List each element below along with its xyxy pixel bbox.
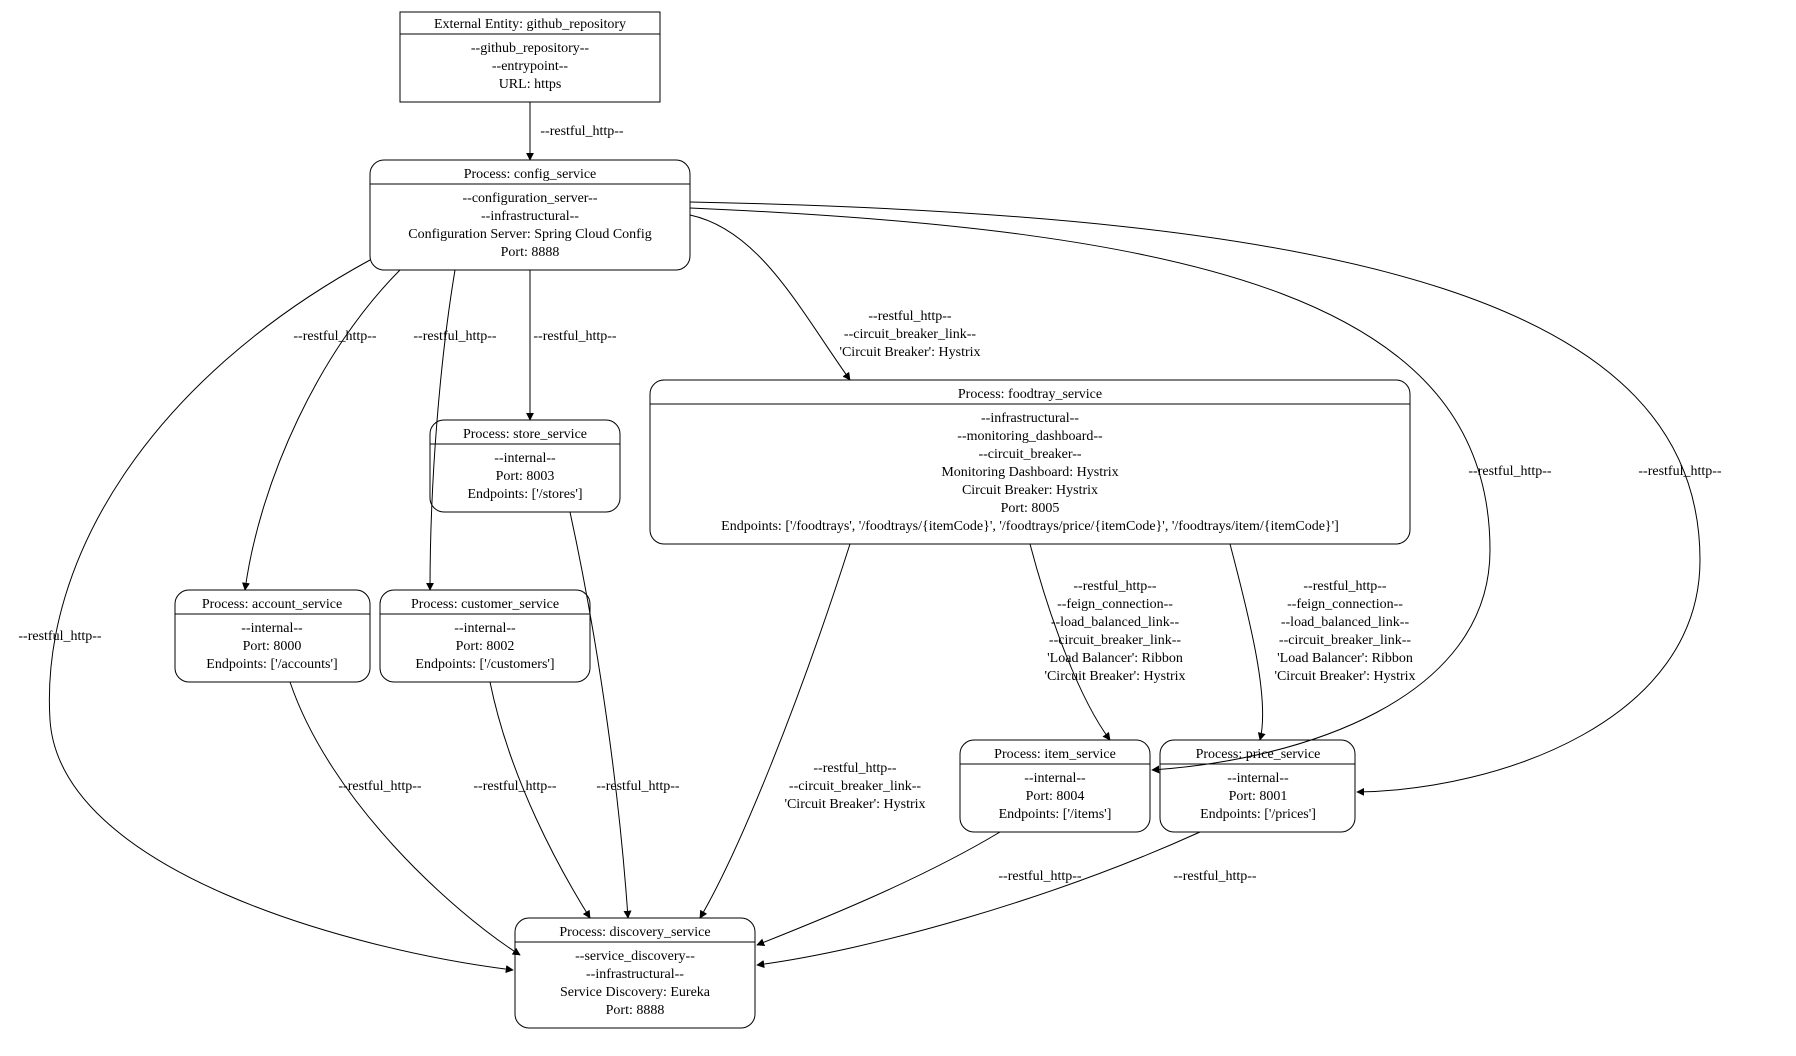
edge-label: --restful_http-- xyxy=(413,329,497,344)
edge-config-to-foodtray xyxy=(690,215,850,380)
edge-label: --circuit_breaker_link-- xyxy=(1049,633,1181,648)
edge-label: 'Circuit Breaker': Hystrix xyxy=(1044,669,1185,684)
node-line: Endpoints: ['/stores'] xyxy=(467,487,582,502)
edge-label: --restful_http-- xyxy=(473,779,557,794)
edge-label: --restful_http-- xyxy=(293,329,377,344)
node-line: --infrastructural-- xyxy=(481,209,579,224)
edge-foodtray-to-price xyxy=(1230,544,1263,740)
node-line: --service_discovery-- xyxy=(575,949,695,964)
node-line: Endpoints: ['/accounts'] xyxy=(206,657,337,672)
edge-label: 'Circuit Breaker': Hystrix xyxy=(784,797,925,812)
edge-label: --load_balanced_link-- xyxy=(1051,615,1180,630)
edge-label: --feign_connection-- xyxy=(1057,597,1173,612)
node-line: --circuit_breaker-- xyxy=(978,447,1081,462)
edge-label: --feign_connection-- xyxy=(1287,597,1403,612)
node-title: Process: discovery_service xyxy=(559,925,710,940)
node-github-repository: External Entity: github_repository --git… xyxy=(400,12,660,102)
edge-label: --restful_http-- xyxy=(868,309,952,324)
edge-label: --restful_http-- xyxy=(1303,579,1387,594)
node-price-service: Process: price_service --internal-- Port… xyxy=(1160,740,1355,832)
node-line: Configuration Server: Spring Cloud Confi… xyxy=(408,227,651,242)
edge-label: --restful_http-- xyxy=(540,124,624,139)
edge-label: --load_balanced_link-- xyxy=(1281,615,1410,630)
node-line: Port: 8000 xyxy=(243,639,302,654)
edge-price-to-discovery xyxy=(757,832,1200,965)
node-line: Endpoints: ['/customers'] xyxy=(415,657,554,672)
node-store-service: Process: store_service --internal-- Port… xyxy=(430,420,620,512)
node-title: Process: config_service xyxy=(464,167,597,182)
node-foodtray-service: Process: foodtray_service --infrastructu… xyxy=(650,380,1410,544)
node-title: Process: item_service xyxy=(994,747,1116,762)
edge-config-to-account xyxy=(245,270,400,590)
node-discovery-service: Process: discovery_service --service_dis… xyxy=(515,918,755,1028)
edge-label: 'Circuit Breaker': Hystrix xyxy=(839,345,980,360)
edge-label: --restful_http-- xyxy=(1173,869,1257,884)
edge-store-to-discovery xyxy=(570,512,628,918)
node-line: --infrastructural-- xyxy=(586,967,684,982)
node-line: Endpoints: ['/items'] xyxy=(999,807,1112,822)
edge-label: --restful_http-- xyxy=(813,761,897,776)
edge-label: 'Circuit Breaker': Hystrix xyxy=(1274,669,1415,684)
edge-label: 'Load Balancer': Ribbon xyxy=(1277,651,1413,666)
edge-label: --circuit_breaker_link-- xyxy=(1279,633,1411,648)
node-line: --internal-- xyxy=(1227,771,1289,786)
edge-label: --circuit_breaker_link-- xyxy=(844,327,976,342)
node-account-service: Process: account_service --internal-- Po… xyxy=(175,590,370,682)
edge-label: --restful_http-- xyxy=(1073,579,1157,594)
node-title: Process: foodtray_service xyxy=(958,387,1102,402)
node-line: Port: 8002 xyxy=(456,639,515,654)
node-line: --infrastructural-- xyxy=(981,411,1079,426)
node-item-service: Process: item_service --internal-- Port:… xyxy=(960,740,1150,832)
node-line: Port: 8001 xyxy=(1229,789,1288,804)
node-title: Process: store_service xyxy=(463,427,587,442)
node-line: --configuration_server-- xyxy=(463,191,598,206)
node-line: Port: 8005 xyxy=(1001,501,1060,516)
node-line: --entrypoint-- xyxy=(492,59,569,74)
node-line: --github_repository-- xyxy=(471,41,590,56)
node-config-service: Process: config_service --configuration_… xyxy=(370,160,690,270)
node-line: Port: 8003 xyxy=(496,469,555,484)
node-title: Process: account_service xyxy=(202,597,342,612)
edge-label: 'Load Balancer': Ribbon xyxy=(1047,651,1183,666)
node-customer-service: Process: customer_service --internal-- P… xyxy=(380,590,590,682)
node-line: Endpoints: ['/prices'] xyxy=(1200,807,1316,822)
node-line: --internal-- xyxy=(241,621,303,636)
node-line: Service Discovery: Eureka xyxy=(560,985,711,1000)
edge-label: --restful_http-- xyxy=(1468,464,1552,479)
node-line: Circuit Breaker: Hystrix xyxy=(962,483,1098,498)
edge-label: --circuit_breaker_link-- xyxy=(789,779,921,794)
edge-label: --restful_http-- xyxy=(533,329,617,344)
node-title: External Entity: github_repository xyxy=(434,17,626,32)
node-line: --internal-- xyxy=(494,451,556,466)
edge-label: --restful_http-- xyxy=(1638,464,1722,479)
node-line: Port: 8004 xyxy=(1026,789,1085,804)
node-line: Port: 8888 xyxy=(501,245,560,260)
node-line: --monitoring_dashboard-- xyxy=(957,429,1103,444)
node-line: URL: https xyxy=(499,77,562,92)
node-line: --internal-- xyxy=(1024,771,1086,786)
edge-label: --restful_http-- xyxy=(998,869,1082,884)
node-line: Monitoring Dashboard: Hystrix xyxy=(941,465,1118,480)
edge-label: --restful_http-- xyxy=(18,629,102,644)
node-line: Endpoints: ['/foodtrays', '/foodtrays/{i… xyxy=(721,519,1339,534)
node-line: Port: 8888 xyxy=(606,1003,665,1018)
edge-label: --restful_http-- xyxy=(596,779,680,794)
node-line: --internal-- xyxy=(454,621,516,636)
edge-customer-to-discovery xyxy=(490,682,590,918)
edge-item-to-discovery xyxy=(757,832,1000,945)
node-title: Process: customer_service xyxy=(411,597,559,612)
edge-label: --restful_http-- xyxy=(338,779,422,794)
edge-foodtray-to-discovery xyxy=(700,544,850,918)
edge-account-to-discovery xyxy=(290,682,520,955)
